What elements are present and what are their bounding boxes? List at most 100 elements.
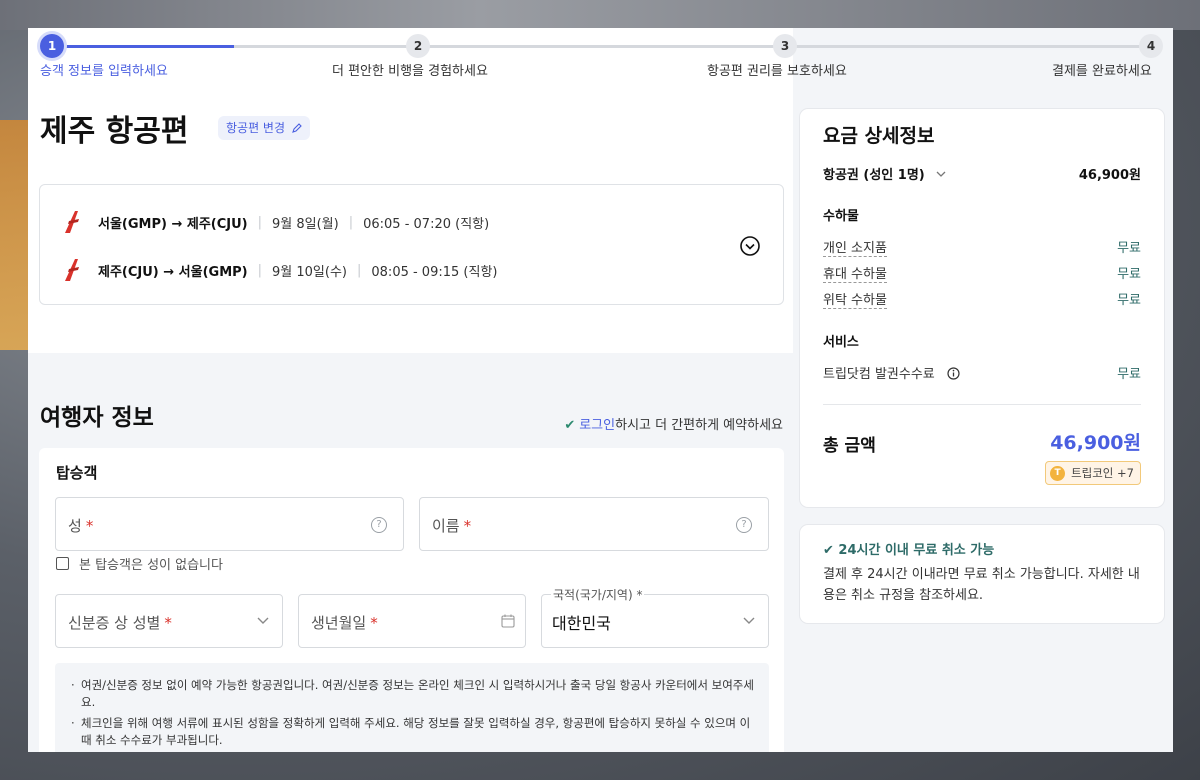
ticket-label: 항공권 (성인 1명) — [823, 168, 925, 183]
baggage-value: 무료 — [1117, 241, 1141, 256]
flight-leg: 제주(CJU) → 서울(GMP) | 9월 10일(수) | 08:05 - … — [64, 257, 497, 283]
airline-logo-icon — [65, 211, 79, 233]
gender-select[interactable]: 신분증 상 성별 * — [55, 594, 283, 648]
notice-item: 여권/신분증 정보 없이 예약 가능한 항공권입니다. 여권/신분증 정보는 온… — [71, 677, 755, 711]
birthdate-label: 생년월일 * — [311, 612, 378, 633]
change-flight-button[interactable]: 항공편 변경 — [218, 116, 310, 140]
baggage-value: 무료 — [1117, 267, 1141, 282]
trip-coin-badge: T 트립코인 +7 — [1045, 461, 1141, 485]
step-4-dot: 4 — [1139, 34, 1163, 58]
baggage-label[interactable]: 개인 소지품 — [823, 241, 887, 257]
edit-icon — [291, 123, 302, 133]
ticket-price: 46,900원 — [1078, 168, 1141, 183]
gender-label: 신분증 상 성별 * — [68, 612, 172, 633]
no-surname-checkbox[interactable]: 본 탑승객은 성이 없습니다 — [56, 554, 223, 573]
chevron-down-icon — [936, 171, 946, 177]
step-2-dot: 2 — [406, 34, 430, 58]
help-icon[interactable]: ? — [371, 517, 387, 533]
free-cancel-title-text: 24시간 이내 무료 취소 가능 — [838, 543, 995, 558]
baggage-row: 휴대 수하물 무료 — [823, 263, 1141, 283]
passport-notice: 여권/신분증 정보 없이 예약 가능한 항공권입니다. 여권/신분증 정보는 온… — [55, 663, 769, 752]
trip-coin-label: 트립코인 +7 — [1071, 466, 1134, 480]
step-1-dot: 1 — [40, 34, 64, 58]
passenger-card-title: 탑승객 — [56, 464, 98, 482]
last-name-field[interactable]: 성 * ? — [55, 497, 404, 551]
passenger-card: 탑승객 성 * ? 이름 * ? 본 탑승객은 성이 없습니다 신분증 상 성별 * … — [39, 448, 784, 752]
service-row: 트립닷컴 발권수수료 무료 — [823, 363, 1141, 383]
flight-date: 9월 8일(월) — [272, 216, 339, 232]
step-3-dot: 3 — [773, 34, 797, 58]
baggage-label[interactable]: 위탁 수하물 — [823, 293, 887, 309]
step-3-label: 항공편 권리를 보호하세요 — [707, 64, 847, 79]
divider: | — [348, 214, 354, 230]
checkbox-icon[interactable] — [56, 557, 69, 570]
birthdate-label-text: 생년월일 — [311, 614, 367, 632]
no-surname-label: 본 탑승객은 성이 없습니다 — [79, 558, 223, 573]
progress-stepper: 1 2 3 4 승객 정보를 입력하세요 더 편안한 비행을 경험하세요 항공편… — [40, 34, 1165, 80]
flight-date: 9월 10일(수) — [272, 264, 347, 280]
first-name-field[interactable]: 이름 * ? — [419, 497, 769, 551]
free-cancel-card: ✔ 24시간 이내 무료 취소 가능 결제 후 24시간 이내라면 무료 취소 … — [800, 525, 1164, 623]
traveler-section-title: 여행자 정보 — [40, 405, 154, 431]
total-label: 총 금액 — [823, 436, 876, 456]
service-title: 서비스 — [823, 335, 859, 350]
baggage-label[interactable]: 휴대 수하물 — [823, 267, 887, 283]
baggage-title: 수하물 — [823, 209, 859, 224]
gender-label-text: 신분증 상 성별 — [68, 614, 161, 632]
login-link[interactable]: 로그인 — [579, 418, 615, 433]
background-top — [0, 0, 1200, 30]
step-4-label: 결제를 완료하세요 — [1052, 64, 1152, 79]
nationality-label: 국적(국가/지역) * — [551, 586, 645, 603]
first-name-label: 이름 * — [432, 515, 471, 536]
required-mark: * — [636, 588, 643, 602]
last-name-label-text: 성 — [68, 517, 82, 535]
total-price: 46,900원 — [1050, 432, 1141, 454]
page-title: 제주 항공편 — [40, 114, 189, 149]
check-icon: ✔ — [564, 418, 576, 433]
notice-item: 체크인을 위해 여행 서류에 표시된 성함을 정확하게 입력해 주세요. 해당 … — [71, 715, 755, 749]
expand-chevron-icon[interactable] — [739, 235, 761, 257]
required-mark: * — [164, 614, 172, 632]
required-mark: * — [463, 517, 472, 535]
ticket-row[interactable]: 항공권 (성인 1명) 46,900원 — [823, 164, 1141, 184]
baggage-value: 무료 — [1117, 293, 1141, 308]
change-flight-label: 항공편 변경 — [226, 121, 286, 135]
birthdate-field[interactable]: 생년월일 * — [298, 594, 526, 648]
flight-time: 08:05 - 09:15 (직항) — [371, 264, 498, 280]
last-name-label: 성 * — [68, 515, 93, 536]
help-icon[interactable]: ? — [736, 517, 752, 533]
booking-window: 1 2 3 4 승객 정보를 입력하세요 더 편안한 비행을 경험하세요 항공편… — [28, 28, 1173, 752]
login-hint-text: 하시고 더 간편하게 예약하세요 — [615, 418, 783, 433]
chevron-down-icon — [743, 617, 755, 624]
fare-details-card: 요금 상세정보 항공권 (성인 1명) 46,900원 수하물 개인 소지품 무… — [800, 109, 1164, 507]
flight-summary-card: 서울(GMP) → 제주(CJU) | 9월 8일(월) | 06:05 - 0… — [39, 184, 784, 305]
free-cancel-title: ✔ 24시간 이내 무료 취소 가능 — [823, 539, 994, 558]
stepper-progress — [54, 45, 234, 48]
nationality-value: 대한민국 — [552, 614, 611, 633]
chevron-down-icon — [257, 617, 269, 624]
fare-title: 요금 상세정보 — [823, 125, 935, 147]
flight-route: 제주(CJU) → 서울(GMP) — [98, 264, 248, 280]
free-cancel-desc: 결제 후 24시간 이내라면 무료 취소 가능합니다. 자세한 내용은 취소 규… — [823, 567, 1140, 603]
step-2-label: 더 편안한 비행을 경험하세요 — [332, 64, 488, 79]
flight-route: 서울(GMP) → 제주(CJU) — [98, 216, 248, 232]
airline-logo-icon — [65, 259, 79, 281]
divider: | — [357, 262, 362, 278]
info-icon[interactable] — [947, 367, 960, 380]
calendar-icon — [501, 614, 515, 628]
login-hint: ✔ 로그인하시고 더 간편하게 예약하세요 — [564, 414, 783, 433]
coin-icon: T — [1050, 465, 1066, 481]
divider: | — [257, 262, 263, 278]
service-label: 트립닷컴 발권수수료 — [823, 367, 935, 382]
nationality-label-text: 국적(국가/지역) — [553, 588, 633, 602]
service-value: 무료 — [1117, 367, 1141, 382]
divider: | — [257, 214, 263, 230]
required-mark: * — [370, 614, 378, 632]
baggage-row: 개인 소지품 무료 — [823, 237, 1141, 257]
baggage-row: 위탁 수하물 무료 — [823, 289, 1141, 309]
check-icon: ✔ — [823, 543, 839, 558]
step-1-label: 승객 정보를 입력하세요 — [40, 64, 168, 79]
first-name-label-text: 이름 — [432, 517, 460, 535]
flight-time: 06:05 - 07:20 (직항) — [363, 216, 490, 232]
divider — [823, 404, 1141, 405]
